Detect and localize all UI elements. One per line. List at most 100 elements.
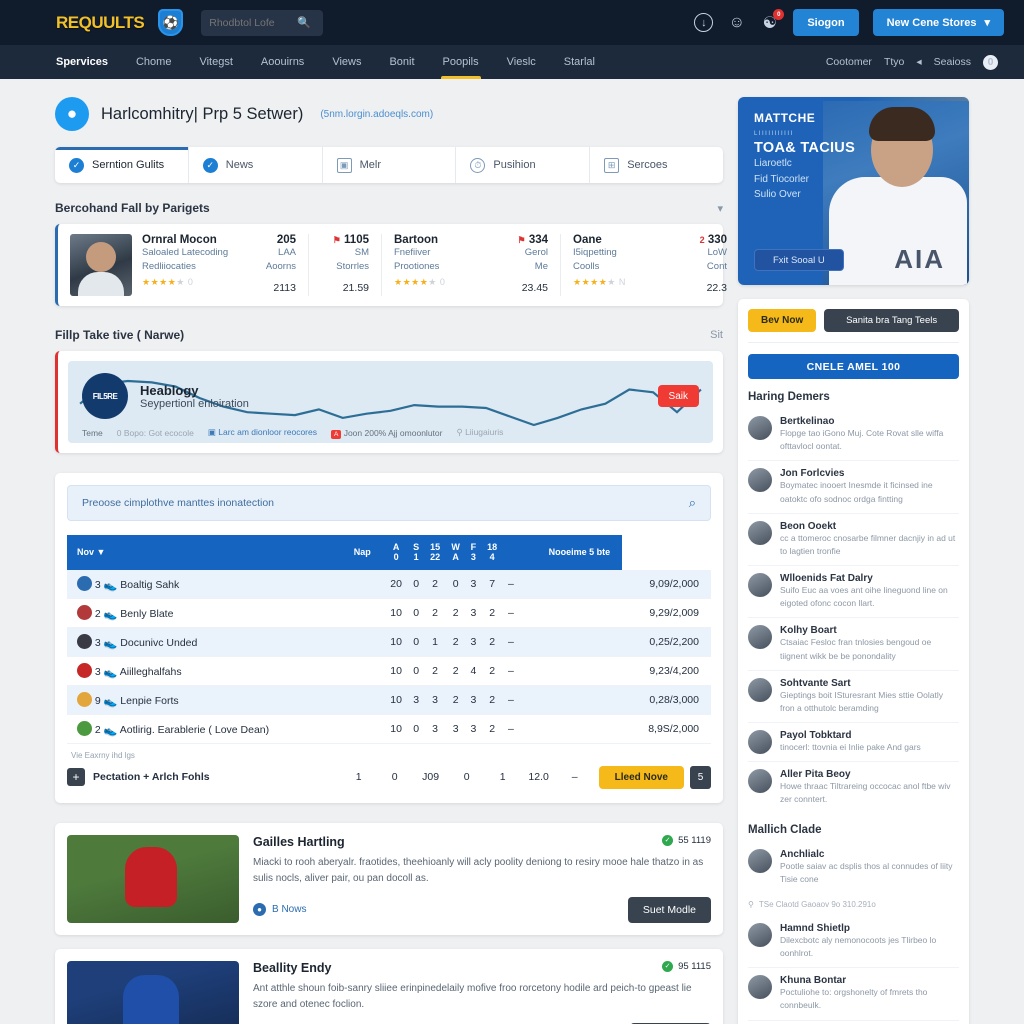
nav-item-0[interactable]: Spervices (42, 45, 122, 79)
profile-header: ● Harlcomhitry| Prp 5 Setwer) (5nm.lorgi… (55, 97, 723, 131)
table-row[interactable]: 2 👟 Aotlirig. Earablerie ( Love Dean) 10 0… (67, 714, 711, 744)
buy-now-button[interactable]: Bev Now (748, 309, 817, 332)
row-spacer (343, 627, 385, 657)
chevron-down-icon[interactable]: ▾ (717, 202, 723, 215)
list-item-name: Kolhy Boart (780, 625, 837, 637)
row-price: 8,9S/2,000 (622, 714, 711, 744)
col-18[interactable]: 18 4 (481, 535, 503, 570)
stat-card[interactable]: Ornral Mocon Saloaled Latecoding Redliio… (58, 234, 309, 296)
list-item[interactable]: Aller Pita Beoy Howe thraac Tiltrareing o… (748, 762, 959, 813)
stat-card[interactable]: ⚑ 1105 SM Storrles 21.59 (309, 234, 382, 296)
table-row[interactable]: 3 👟 Boaltig Sahk 20 0 2 0 3 7–9,09/2,000 (67, 569, 711, 599)
info-icon[interactable]: ↓ (694, 13, 714, 32)
search-input[interactable]: 🔍 (201, 9, 324, 36)
stat-label1: Gerol (524, 247, 548, 258)
signin-button[interactable]: Siogon (793, 9, 859, 36)
tab-serntion-gulits[interactable]: ✓ Serntion Gulits (55, 147, 189, 183)
tab-pusihion[interactable]: ⏱ Pusihion (456, 147, 591, 183)
list-item[interactable]: Bertkelinao Flopge tao iGono Muj. Cote Ro… (748, 409, 959, 462)
user-icon[interactable]: ☺ (727, 13, 746, 32)
nav-item-5[interactable]: Bonit (375, 45, 428, 79)
tab-melr[interactable]: ▣ Melr (323, 147, 457, 183)
row-stat-6: – (502, 656, 519, 686)
table-row[interactable]: 3 👟 Aiilleghalfahs 10 0 2 2 4 2–9,23/4,200 (67, 656, 711, 686)
news-card[interactable]: Gailles Hartling ✓ 55 1119 Miacki to roo… (55, 822, 723, 935)
hero-banner[interactable]: AIA MATTCHE LIIIIIIIIIII TOA& TACIUS Lia… (738, 97, 969, 285)
lleed-nove-button[interactable]: Lleed Nove (598, 765, 684, 789)
table-row[interactable]: 9 👟 Lenpie Forts 10 3 3 2 3 2–0,28/3,000 (67, 685, 711, 715)
page-title: Harlcomhitry| Prp 5 Setwer) (101, 104, 304, 123)
list-item[interactable]: Sohtvante Sart Gieptings boit ISturesrant… (748, 671, 959, 724)
col-s[interactable]: S1 (408, 535, 425, 570)
nav-seasons-label[interactable]: Seaioss (934, 56, 971, 68)
brand-logo[interactable]: REQUULTS (56, 13, 145, 33)
cta-button[interactable]: CNELE AMEL 100 (748, 354, 959, 379)
tab-sercoes[interactable]: ⊞ Sercoes (590, 147, 723, 183)
col-15[interactable]: 15 22 (424, 535, 446, 570)
suet-modle-button[interactable]: Suet Modle (627, 896, 711, 923)
list-item[interactable]: Card Fonts (748, 1021, 959, 1024)
list-item-name: Sohtvante Sart (780, 677, 851, 689)
list-item[interactable]: Anchlialc Pootle saiav ac dsplis thos al … (748, 842, 959, 893)
hero-button[interactable]: Fxit Sooal U (754, 249, 844, 271)
nav-item-6[interactable]: Poopils (429, 45, 493, 79)
club-badge-icon (77, 720, 92, 736)
check-circle-icon: ✓ (662, 834, 674, 846)
promo-button[interactable]: Saik (657, 385, 699, 407)
list-item[interactable]: Jon Forlcvies Boymatec inooert Inesmde it… (748, 461, 959, 514)
promo-title-right[interactable]: Sit (710, 329, 723, 341)
hero-kicker: MATTCHE (754, 111, 816, 125)
list-item[interactable]: Hamnd Shietlp Dilexcbotc aly nemonocoots … (748, 916, 959, 969)
notification-icon[interactable]: ☯ 0 (760, 9, 785, 32)
list-item[interactable]: Beon Ooekt cc a ttomeroc cnosarbe filmner… (748, 514, 959, 567)
list-item[interactable]: Payol Tobktard tinocerl: ttovnia ei Inlie… (748, 723, 959, 763)
nav-type-label[interactable]: Ttyo (884, 56, 904, 68)
table-banner[interactable]: Preoose cimplothve manttes inonatection … (67, 485, 711, 521)
nav-item-4[interactable]: Views (318, 45, 375, 79)
chevron-down-icon[interactable]: ◂ (916, 56, 921, 68)
flag-icon: 2 (699, 235, 705, 245)
nav-item-1[interactable]: Chome (122, 45, 185, 79)
col-noozime[interactable]: Nooeime 5 bte (518, 535, 623, 570)
secondary-nav: Spervices Chome Vitegst Aoouirns Views B… (0, 45, 1024, 79)
stat-label2: Cont (706, 260, 727, 272)
tab-news[interactable]: ✓ News (189, 147, 323, 183)
tab-label: Serntion Gulits (92, 159, 165, 171)
nav-customer-label[interactable]: Cootomer (826, 56, 872, 68)
col-a[interactable]: A0 (384, 535, 409, 570)
secondary-button[interactable]: Sanita bra Tang Teels (824, 309, 959, 332)
stat-card[interactable]: Bartoon Fnefiiver Prootiones ★★★★★ 0 ⚑ 3… (382, 234, 561, 296)
nav-item-7[interactable]: Vieslc (493, 45, 550, 79)
nav-item-8[interactable]: Starlal (550, 45, 609, 79)
list-item[interactable]: Kolhy Boart Ctsaiac Fesloc fran tnlosies … (748, 618, 959, 671)
nav-item-3[interactable]: Aoouirns (247, 45, 318, 79)
col-nap[interactable]: Nap (343, 535, 385, 570)
table-row[interactable]: 2 👟 Benly Blate 10 0 2 2 3 2–9,29/2,009 (67, 598, 711, 628)
news-card[interactable]: Beallity Endy ✓ 95 1115 Ant atthle shoun… (55, 948, 723, 1024)
search-icon[interactable]: 🔍 (297, 16, 311, 29)
stat-card[interactable]: Oane I5iqpetting Coolls ★★★★★ N 2 330 Lo… (561, 234, 739, 296)
footer-badge[interactable]: 5 (690, 765, 711, 789)
row-spacer (343, 685, 385, 715)
col-f[interactable]: F3 (465, 535, 482, 570)
sidebar-note: ⚲ TSe Claotd Gaoaov 9o 310.291o (748, 899, 876, 909)
new-store-button[interactable]: New Cene Stores ▾ (872, 9, 1004, 36)
avatar (748, 922, 772, 947)
zoom-icon[interactable]: ⌕ (689, 495, 696, 511)
col-w[interactable]: WA (445, 535, 466, 570)
standings-table: Nov ▼ Nap A0 S1 15 22 WA F3 18 4 Nooeime 5… (67, 535, 711, 744)
nav-item-2[interactable]: Vitegst (185, 45, 246, 79)
row-stat-3: 2 (445, 598, 466, 628)
table-row[interactable]: 3 👟 Docunivc Unded 10 0 1 2 3 2–0,25/2,200 (67, 627, 711, 657)
list-item[interactable]: Wlloenids Fat Dalry Suifo Euc aa voes ant… (748, 566, 959, 619)
hero-title: TOA& TACIUS (754, 140, 856, 156)
row-stat-3: 3 (445, 714, 466, 744)
stat-name: Oane (573, 234, 602, 246)
search-field[interactable] (209, 16, 292, 29)
profile-url[interactable]: (5nm.lorgin.adoeqls.com) (320, 109, 433, 120)
row-price: 0,28/3,000 (622, 685, 711, 715)
list-item[interactable]: Khuna Bontar Poctuliohe to: orgshonelty o… (748, 968, 959, 1021)
col-nov[interactable]: Nov ▼ (67, 535, 344, 570)
news-link[interactable]: ● B Nows (253, 903, 306, 917)
add-button[interactable]: + (67, 768, 85, 787)
